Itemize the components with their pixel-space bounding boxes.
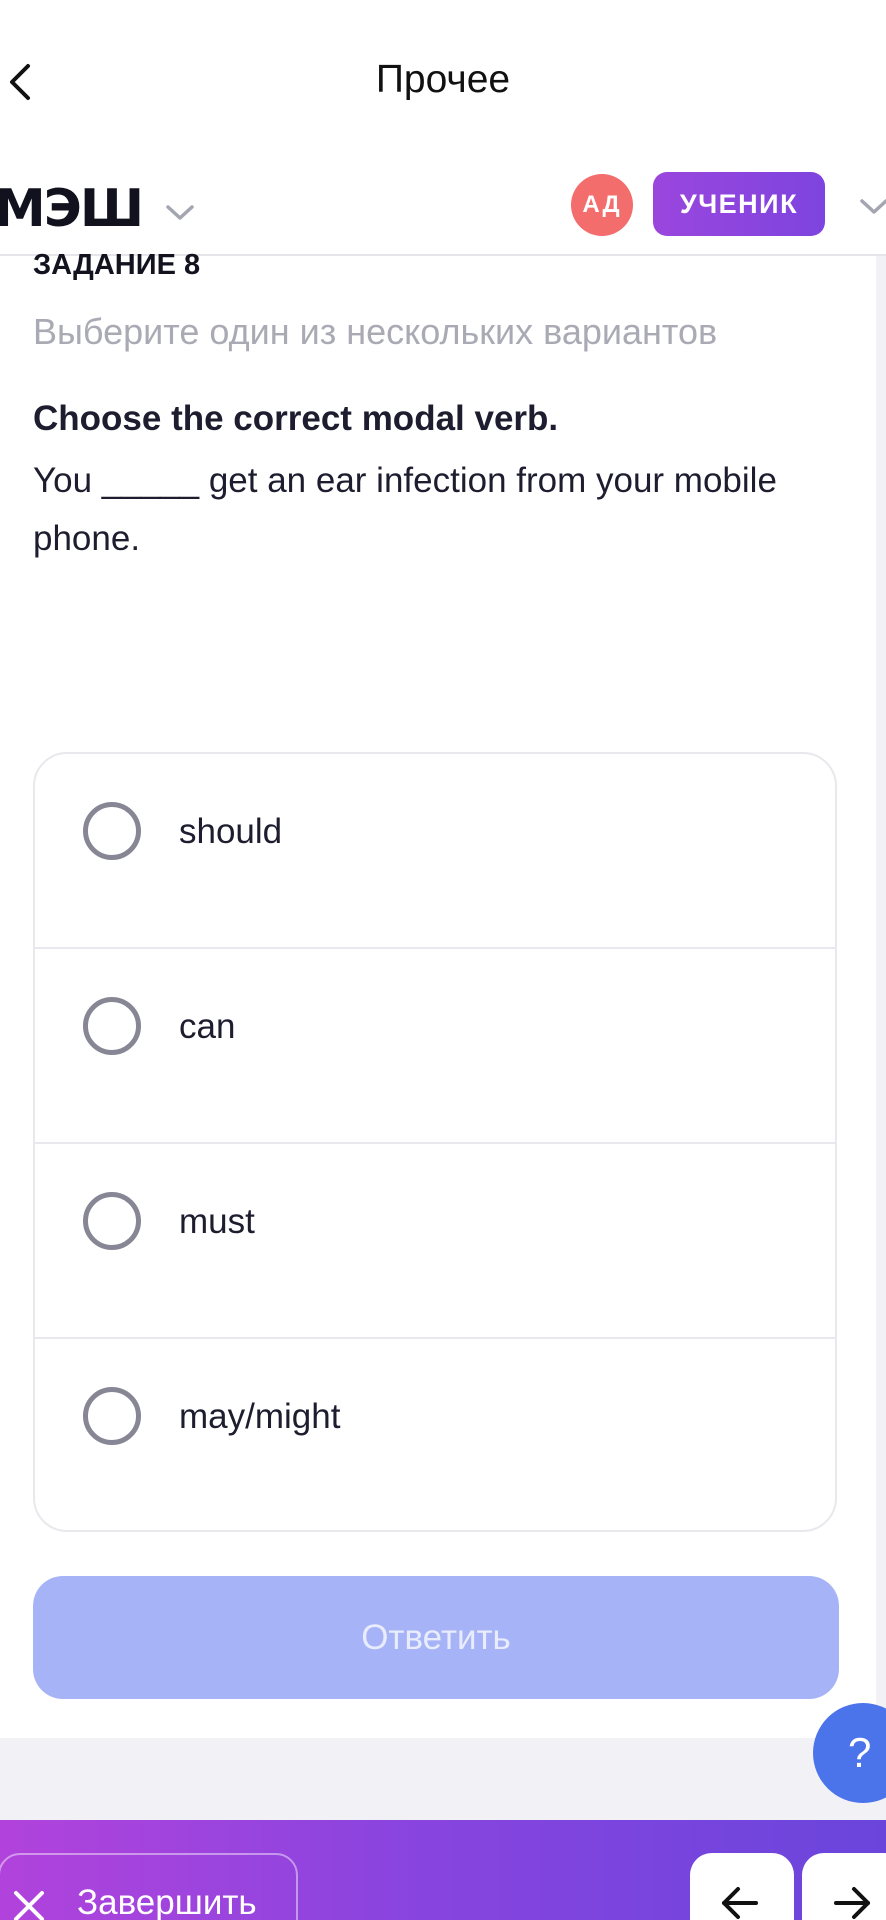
question-title: Choose the correct modal verb.	[33, 399, 559, 438]
radio-button[interactable]	[83, 1192, 141, 1250]
app-header: МЭШ АД УЧЕНИК	[0, 165, 886, 256]
answer-options: should can must may/might	[33, 752, 837, 1532]
task-instruction: Выберите один из нескольких вариантов	[33, 311, 718, 352]
finish-label: Завершить	[77, 1883, 257, 1920]
app-logo[interactable]: МЭШ	[0, 179, 144, 239]
chevron-down-icon[interactable]	[856, 189, 886, 225]
answer-option-may-might[interactable]: may/might	[35, 1339, 835, 1530]
radio-button[interactable]	[83, 997, 141, 1055]
role-badge[interactable]: УЧЕНИК	[653, 172, 825, 236]
option-label: may/might	[179, 1397, 341, 1436]
radio-button[interactable]	[83, 1387, 141, 1445]
navigation-bar: Прочее	[0, 0, 886, 165]
avatar[interactable]: АД	[571, 174, 633, 236]
arrow-left-icon	[722, 1887, 758, 1919]
task-number: ЗАДАНИЕ 8	[33, 249, 201, 281]
option-label: should	[179, 812, 283, 851]
answer-option-must[interactable]: must	[35, 1144, 835, 1339]
close-icon	[14, 1891, 44, 1920]
next-task-button[interactable]	[802, 1853, 886, 1920]
submit-answer-button[interactable]: Ответить	[33, 1576, 839, 1699]
bottom-bar: Завершить	[0, 1820, 886, 1920]
option-label: must	[179, 1202, 255, 1241]
option-label: can	[179, 1007, 236, 1046]
answer-option-can[interactable]: can	[35, 949, 835, 1144]
finish-button[interactable]: Завершить	[0, 1853, 298, 1920]
previous-task-button[interactable]	[690, 1853, 794, 1920]
answer-option-should[interactable]: should	[35, 754, 835, 949]
chevron-down-icon[interactable]	[162, 195, 198, 231]
question-text: You _____ get an ear infection from your…	[33, 461, 777, 558]
page-title: Прочее	[375, 58, 511, 101]
radio-button[interactable]	[83, 802, 141, 860]
arrow-right-icon	[834, 1887, 870, 1919]
